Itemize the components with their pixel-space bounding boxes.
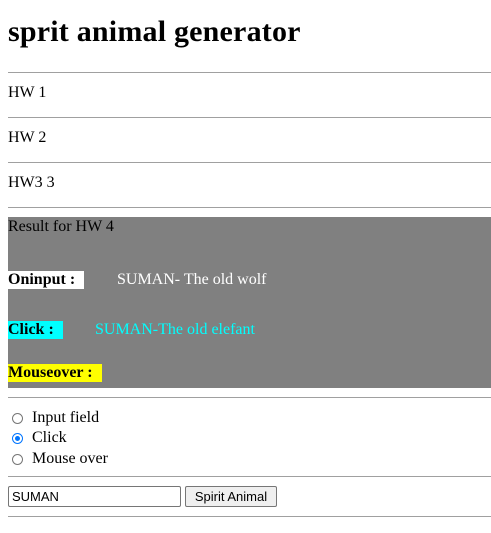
oninput-label: Oninput :: [8, 271, 84, 289]
spirit-animal-button[interactable]: Spirit Animal: [185, 486, 277, 507]
page-title: sprit animal generator: [8, 15, 301, 48]
result-title: Result for HW 4: [8, 218, 114, 235]
page: sprit animal generator HW 1 HW 2 HW3 3 R…: [0, 0, 491, 533]
divider: [8, 397, 491, 398]
name-input[interactable]: SUMAN: [8, 486, 181, 507]
option-click[interactable]: Click: [12, 429, 67, 447]
option-input-field[interactable]: Input field: [12, 409, 99, 427]
hw3-text: HW3 3: [8, 174, 55, 191]
oninput-value: SUMAN- The old wolf: [117, 271, 267, 288]
divider: [8, 476, 491, 477]
divider: [8, 516, 491, 517]
divider: [8, 162, 491, 163]
click-label: Click :: [8, 321, 63, 339]
option-label: Mouse over: [32, 450, 108, 467]
radio-click[interactable]: [12, 432, 23, 444]
option-mouse-over[interactable]: Mouse over: [12, 450, 108, 468]
click-value: SUMAN-The old elefant: [95, 321, 255, 338]
mouseover-label: Mouseover :: [8, 364, 102, 382]
result-panel: Result for HW 4 Oninput : SUMAN- The old…: [8, 217, 491, 388]
option-label: Click: [32, 429, 67, 446]
divider: [8, 207, 491, 208]
option-label: Input field: [32, 409, 100, 426]
divider: [8, 117, 491, 118]
hw1-text: HW 1: [8, 84, 47, 101]
divider: [8, 72, 491, 73]
hw2-text: HW 2: [8, 129, 47, 146]
radio-input-field[interactable]: [12, 412, 23, 424]
radio-mouse-over[interactable]: [12, 453, 23, 465]
